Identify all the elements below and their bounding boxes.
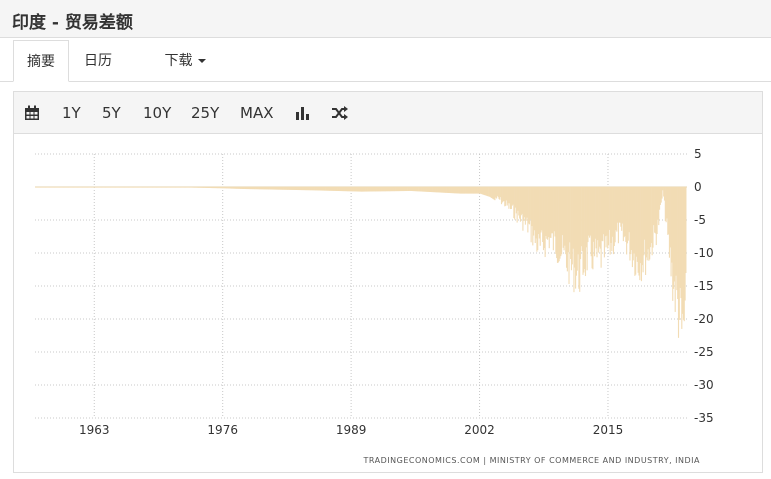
y-tick-label: -15	[694, 279, 714, 293]
x-tick-label: 1963	[79, 423, 110, 437]
x-tick-label: 1989	[336, 423, 367, 437]
x-tick-label: 1976	[207, 423, 238, 437]
chart-source: TRADINGECONOMICS.COM | MINISTRY OF COMME…	[363, 456, 700, 465]
y-tick-label: 5	[694, 147, 702, 161]
y-tick-label: 0	[694, 180, 702, 194]
y-tick-label: -5	[694, 213, 706, 227]
bar	[685, 187, 687, 273]
tab-calendar[interactable]: 日历	[70, 40, 126, 82]
chart-panel: 1Y 5Y 10Y 25Y MAX 5 0 -5 -10 -15 -20 -25 -30 -35…	[13, 91, 763, 473]
y-tick-label: -20	[694, 312, 714, 326]
chart-bars	[35, 187, 687, 338]
tab-download[interactable]: 下载	[150, 40, 220, 82]
x-tick-label: 2002	[464, 423, 495, 437]
page-title: 印度 - 贸易差额	[12, 13, 133, 33]
trade-balance-chart: 5 0 -5 -10 -15 -20 -25 -30 -35 1963 1976 1989 2002 2…	[35, 147, 714, 465]
tab-summary[interactable]: 摘要	[13, 40, 69, 82]
tab-bar: 摘要 日历 下载	[0, 40, 771, 82]
y-tick-label: -25	[694, 345, 714, 359]
tab-calendar-label: 日历	[84, 53, 112, 69]
tab-summary-label: 摘要	[27, 54, 55, 70]
title-bar: 印度 - 贸易差额	[0, 0, 771, 38]
y-tick-label: -30	[694, 378, 714, 392]
x-axis-labels: 1963 1976 1989 2002 2015	[79, 423, 623, 437]
caret-down-icon	[197, 59, 206, 63]
x-tick-label: 2015	[593, 423, 624, 437]
y-tick-label: -10	[694, 246, 714, 260]
tab-download-label: 下载	[164, 53, 193, 69]
y-tick-label: -35	[694, 411, 714, 425]
y-axis-labels: 5 0 -5 -10 -15 -20 -25 -30 -35	[694, 147, 714, 425]
